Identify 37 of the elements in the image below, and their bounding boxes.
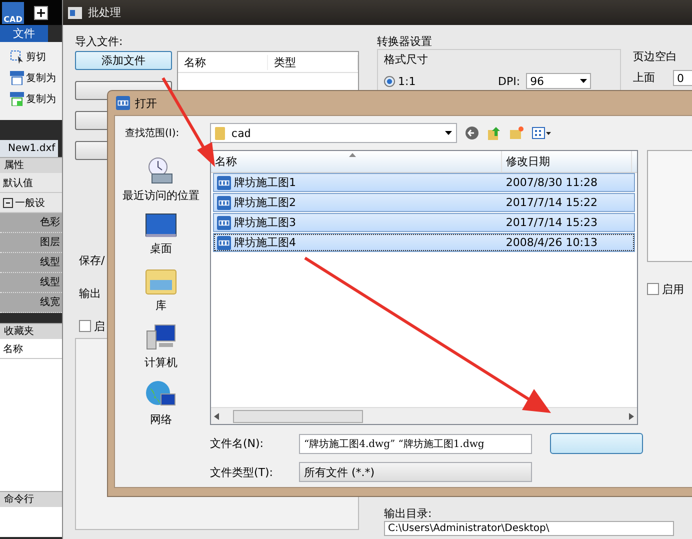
column-header: 名称 (178, 54, 268, 70)
field-label: DPI: (498, 74, 520, 88)
property-name: 线宽 (0, 293, 62, 313)
file-name: 牌坊施工图1 (234, 175, 296, 190)
file-date: 2017/7/14 15:22 (504, 196, 598, 209)
window-title: 批处理 (88, 5, 121, 20)
panel-title: 属性 (0, 157, 62, 173)
panel-title: 命令行 (0, 491, 62, 507)
field-label: 文件名(N): (210, 436, 265, 451)
property-row: 默认值 (0, 173, 62, 193)
file-date: 2008/4/26 10:13 (504, 236, 598, 249)
group-title: 页边空白 (633, 49, 678, 64)
property-name: 线型 (0, 253, 62, 273)
property-name: 色彩 (0, 213, 62, 233)
radio-label: 1:1 (398, 74, 417, 88)
field-label: 文件类型(T): (210, 464, 274, 480)
checkbox-label: 启用 (662, 283, 684, 296)
group-title: 格式尺寸 (384, 52, 429, 67)
dialog-title: 打开 (135, 96, 157, 110)
field-label: 输出目录: (384, 506, 433, 521)
group-title: 转换器设置 (377, 34, 433, 49)
section-label: 导入文件: (75, 34, 124, 49)
file-name: 牌坊施工图4 (234, 235, 296, 250)
field-label: 查找范围(I): (125, 126, 180, 140)
file-date: 2007/8/30 11:28 (504, 176, 598, 189)
field-label: 保存/ (79, 253, 105, 268)
field-label: 上面 (633, 70, 655, 86)
file-date: 2017/7/14 15:23 (504, 216, 598, 229)
checkbox-label: 启 (94, 320, 105, 333)
field-label: 输出 (79, 286, 101, 301)
panel-title: 收藏夹 (0, 323, 62, 339)
property-name: 线型 (0, 273, 62, 293)
group-label: 一般设 (15, 196, 45, 210)
property-name: 图层 (0, 233, 62, 253)
file-name: 牌坊施工图3 (234, 215, 296, 230)
column-header: 类型 (268, 54, 358, 70)
file-name: 牌坊施工图2 (234, 195, 296, 210)
